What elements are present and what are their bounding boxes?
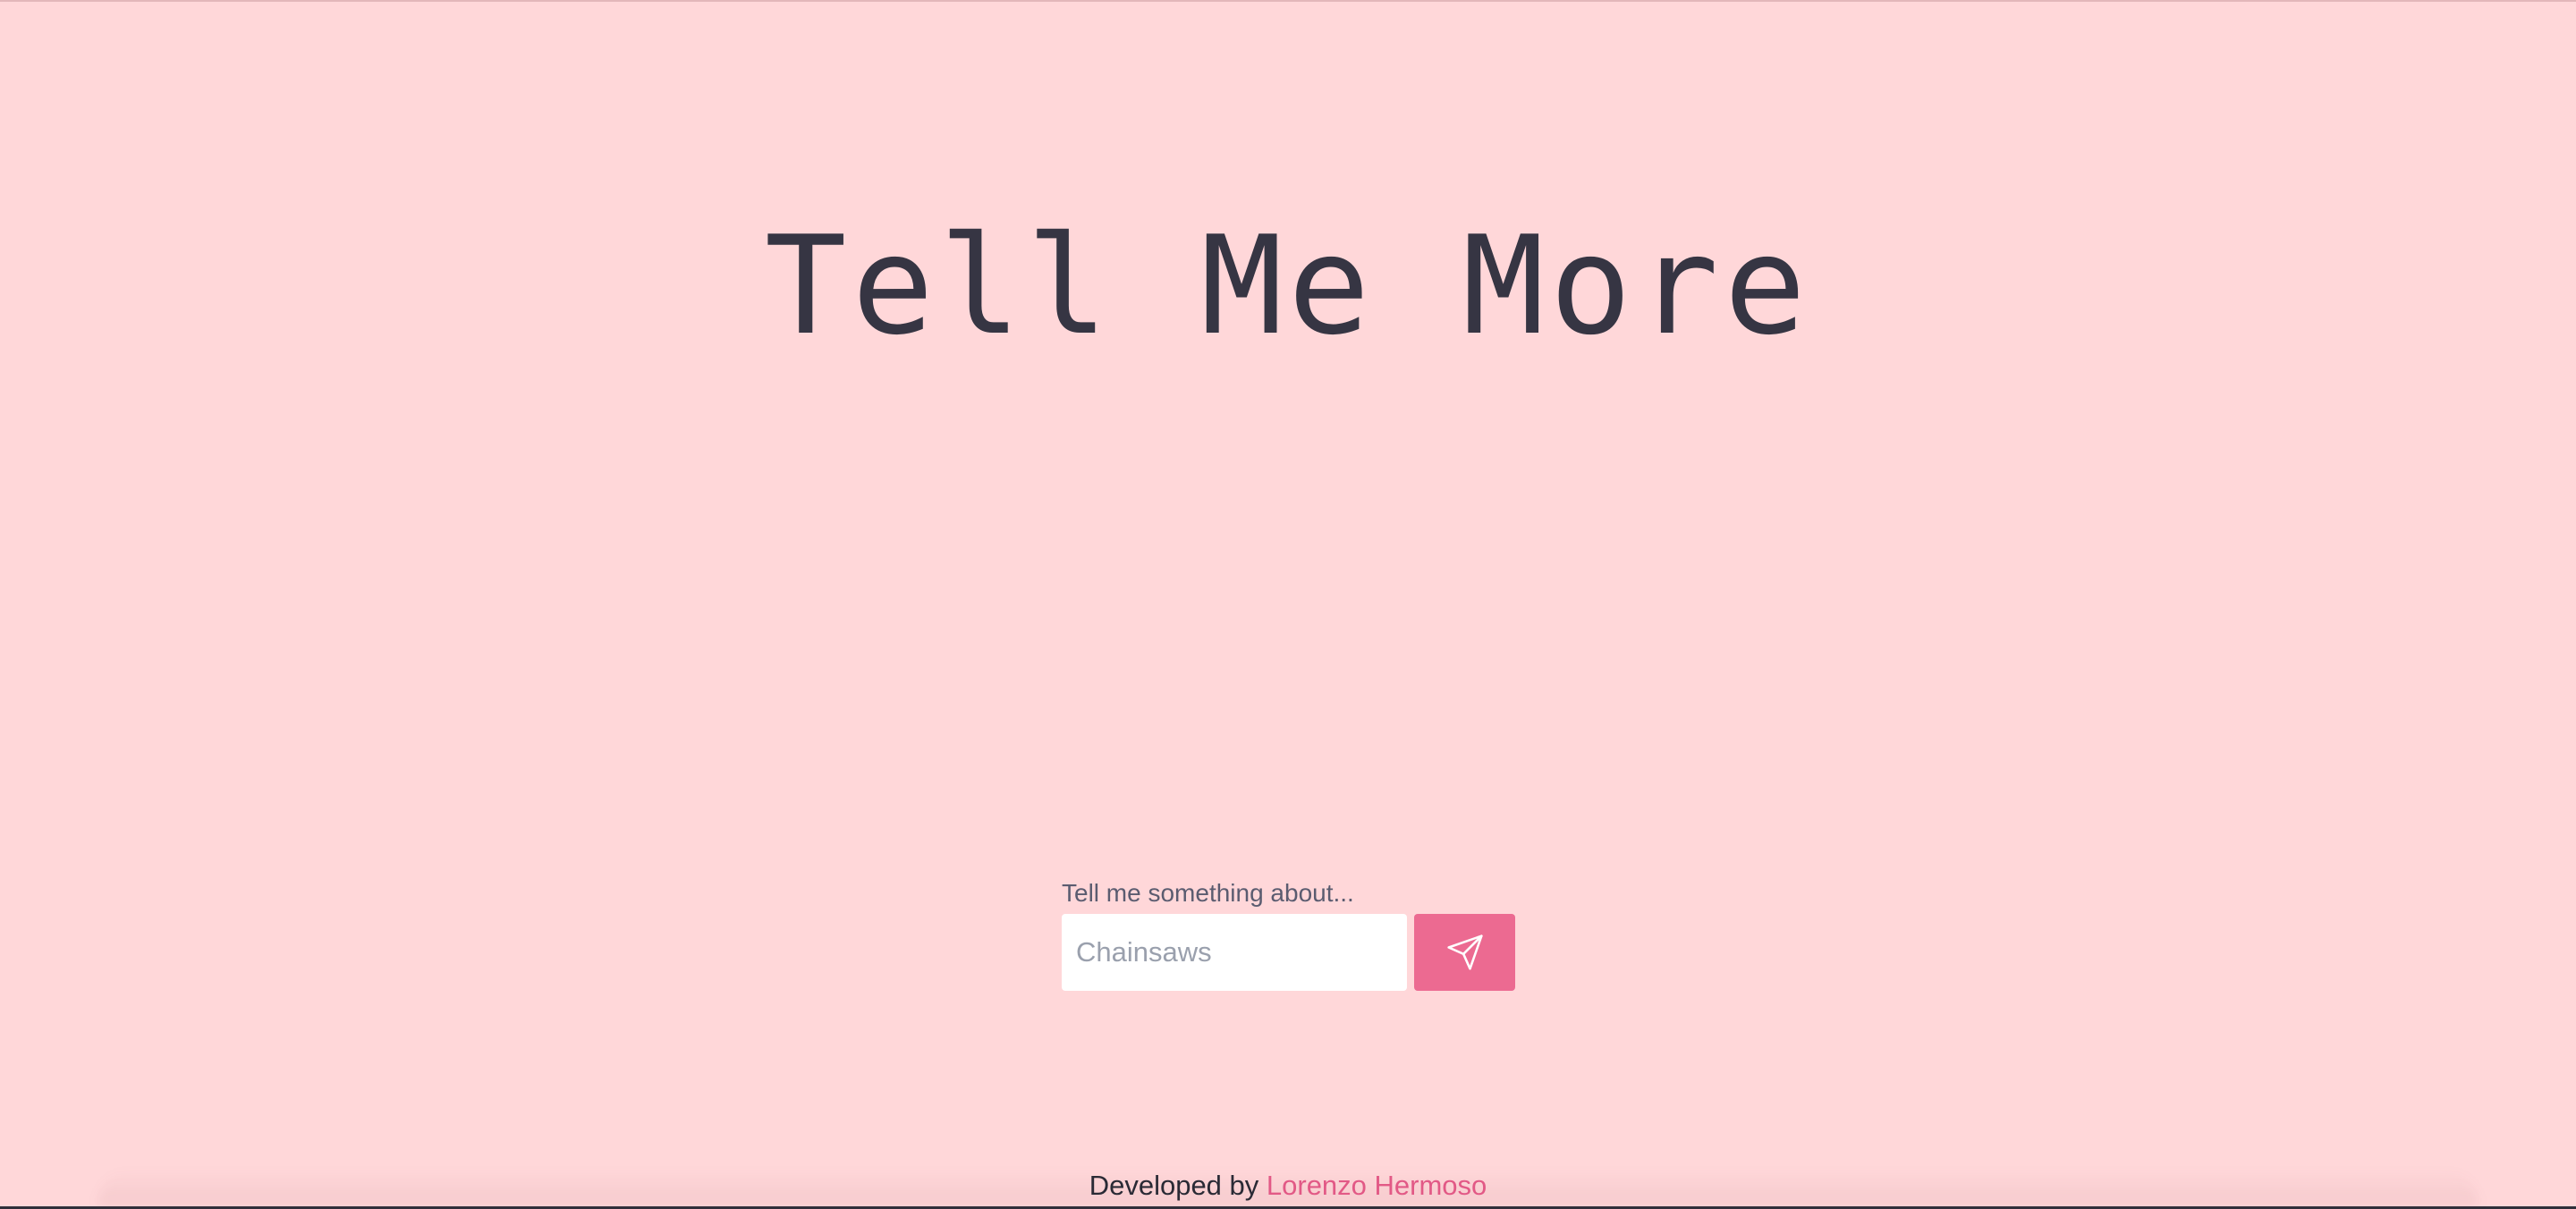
topic-input[interactable] — [1062, 914, 1407, 991]
topic-input-row — [1062, 914, 1515, 991]
page-title: Tell Me More — [764, 207, 1812, 365]
footer-credit-prefix: Developed by — [1089, 1170, 1267, 1201]
topic-form: Tell me something about... — [1062, 878, 1515, 991]
send-button[interactable] — [1414, 914, 1515, 991]
footer: Developed by Lorenzo Hermoso — [0, 1169, 2576, 1203]
author-link[interactable]: Lorenzo Hermoso — [1267, 1170, 1487, 1201]
topic-label: Tell me something about... — [1062, 879, 1354, 907]
page: Tell Me More Tell me something about... … — [0, 0, 2576, 1209]
send-icon — [1445, 933, 1485, 972]
